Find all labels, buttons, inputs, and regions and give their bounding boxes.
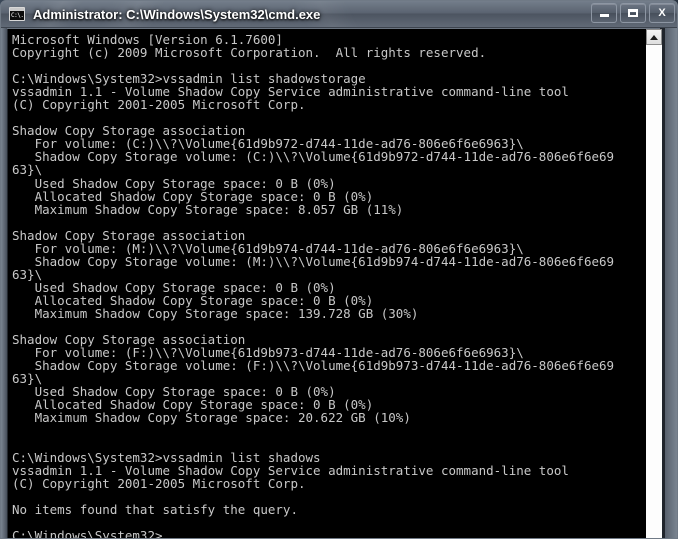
maximize-icon xyxy=(621,4,645,22)
window-title: Administrator: C:\Windows\System32\cmd.e… xyxy=(33,6,321,22)
icon-prompt-text: C:\. xyxy=(11,12,24,19)
scrollbar-track[interactable] xyxy=(646,45,662,538)
console-output-surface[interactable]: Microsoft Windows [Version 6.1.7600] Cop… xyxy=(8,29,645,539)
window-titlebar[interactable]: C:\. Administrator: C:\Windows\System32\… xyxy=(1,1,677,28)
console-text: Microsoft Windows [Version 6.1.7600] Cop… xyxy=(12,32,615,539)
icon-titlebar-stripe xyxy=(10,8,24,11)
minimize-icon xyxy=(592,4,616,22)
scroll-up-button[interactable] xyxy=(646,29,662,45)
window-controls: X xyxy=(591,3,675,23)
close-button[interactable]: X xyxy=(649,3,675,23)
console-client-area: Microsoft Windows [Version 6.1.7600] Cop… xyxy=(7,29,662,539)
cmd-console-icon[interactable]: C:\. xyxy=(9,7,25,21)
close-icon: X xyxy=(658,6,666,19)
chevron-up-icon xyxy=(650,34,658,40)
minimize-button[interactable] xyxy=(591,3,617,23)
console-vertical-scrollbar[interactable] xyxy=(645,29,662,538)
maximize-button[interactable] xyxy=(620,3,646,23)
cmd-window: C:\. Administrator: C:\Windows\System32\… xyxy=(0,0,678,539)
